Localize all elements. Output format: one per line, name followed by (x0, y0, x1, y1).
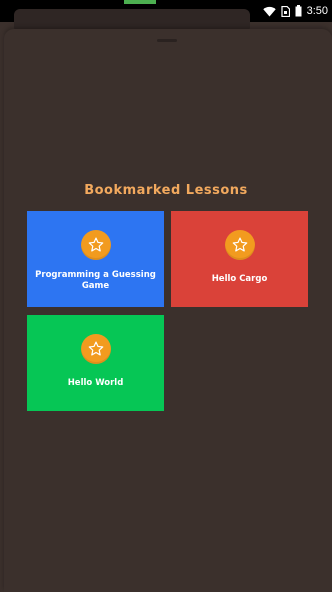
sim-icon (280, 5, 290, 17)
bottom-sheet (4, 29, 332, 592)
lesson-card-label: Hello World (67, 378, 124, 388)
lesson-card-label: Hello Cargo (211, 274, 268, 284)
lesson-card[interactable]: Programming a Guessing Game (27, 211, 164, 307)
page-title: Bookmarked Lessons (84, 183, 248, 198)
lesson-card[interactable]: Hello Cargo (171, 211, 308, 307)
star-icon (80, 230, 111, 260)
drag-handle[interactable] (157, 39, 177, 42)
lesson-card[interactable]: Hello World (27, 315, 164, 411)
status-icons: 3:50 (262, 3, 328, 19)
lesson-card-label: Programming a Guessing Game (35, 270, 156, 291)
clock: 3:50 (306, 5, 328, 17)
star-icon (224, 230, 255, 260)
battery-icon (295, 5, 302, 17)
wifi-icon (262, 6, 276, 16)
star-icon (80, 334, 111, 364)
notification-indicator (124, 0, 156, 4)
